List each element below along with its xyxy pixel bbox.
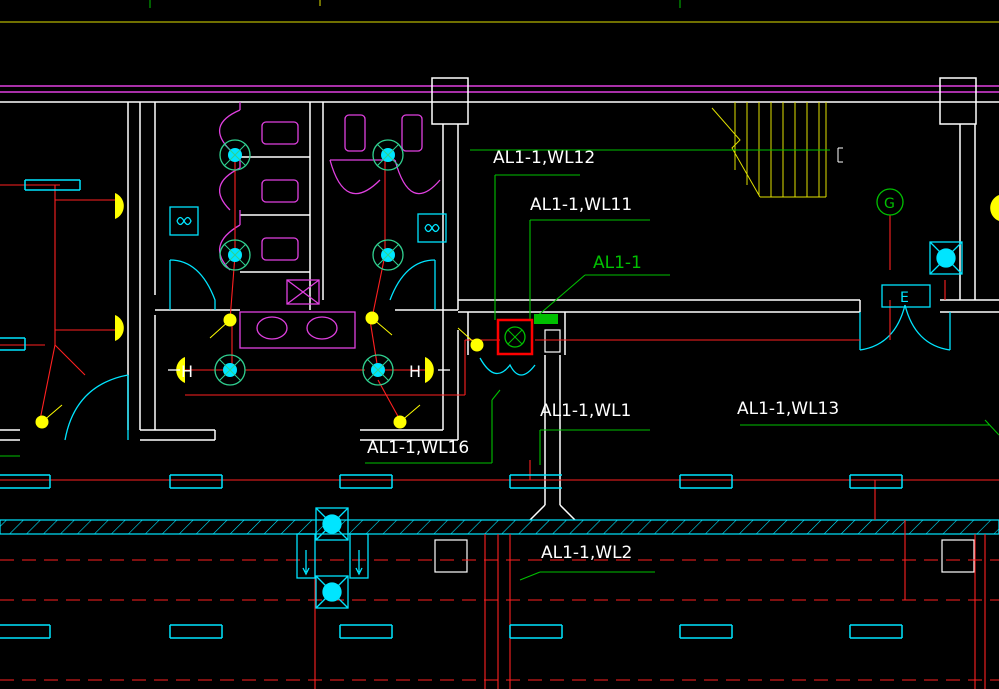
boxed-light-icon <box>315 575 349 609</box>
shaft <box>544 329 561 353</box>
h-label-left: H <box>181 362 193 381</box>
column-left <box>431 77 469 125</box>
exhaust-fan-icon <box>417 213 447 243</box>
generator-symbol: G <box>876 188 904 216</box>
distribution-panel-icon <box>496 314 558 356</box>
label-wl11: AL1-1,WL11 <box>530 195 632 215</box>
top-border <box>0 0 999 103</box>
svg-text:H: H <box>409 362 421 381</box>
svg-text:H: H <box>181 362 193 381</box>
label-wl16: AL1-1,WL16 <box>367 438 469 458</box>
leader-lines <box>0 149 999 581</box>
label-wl12: AL1-1,WL12 <box>493 148 595 168</box>
ceiling-light-icon <box>372 239 404 271</box>
cad-drawing-canvas: H H G E AL1-1,WL12 AL1-1,WL11 AL1-1 AL1-… <box>0 0 999 689</box>
exhaust-fan-icon <box>169 206 199 236</box>
boxed-light-icon <box>929 241 963 275</box>
h-label-right: H <box>409 362 421 381</box>
label-wl2: AL1-1,WL2 <box>541 543 632 563</box>
circuit-wiring <box>0 152 999 689</box>
ceiling-light-icon <box>372 139 404 171</box>
label-panel: AL1-1 <box>593 253 642 273</box>
sanitary-fixtures <box>218 102 441 349</box>
stair-mark <box>837 147 843 163</box>
exit-sign-box: E <box>881 284 931 308</box>
walls <box>0 77 999 521</box>
column-right <box>939 77 977 125</box>
wall-lamp-icon <box>115 193 999 383</box>
hatched-beam <box>0 519 999 535</box>
column-base-left <box>434 539 468 573</box>
label-wl1: AL1-1,WL1 <box>540 401 631 421</box>
label-wl13: AL1-1,WL13 <box>737 399 839 419</box>
column-base-right <box>941 539 975 573</box>
svg-text:E: E <box>900 290 909 306</box>
svg-text:G: G <box>884 196 895 212</box>
